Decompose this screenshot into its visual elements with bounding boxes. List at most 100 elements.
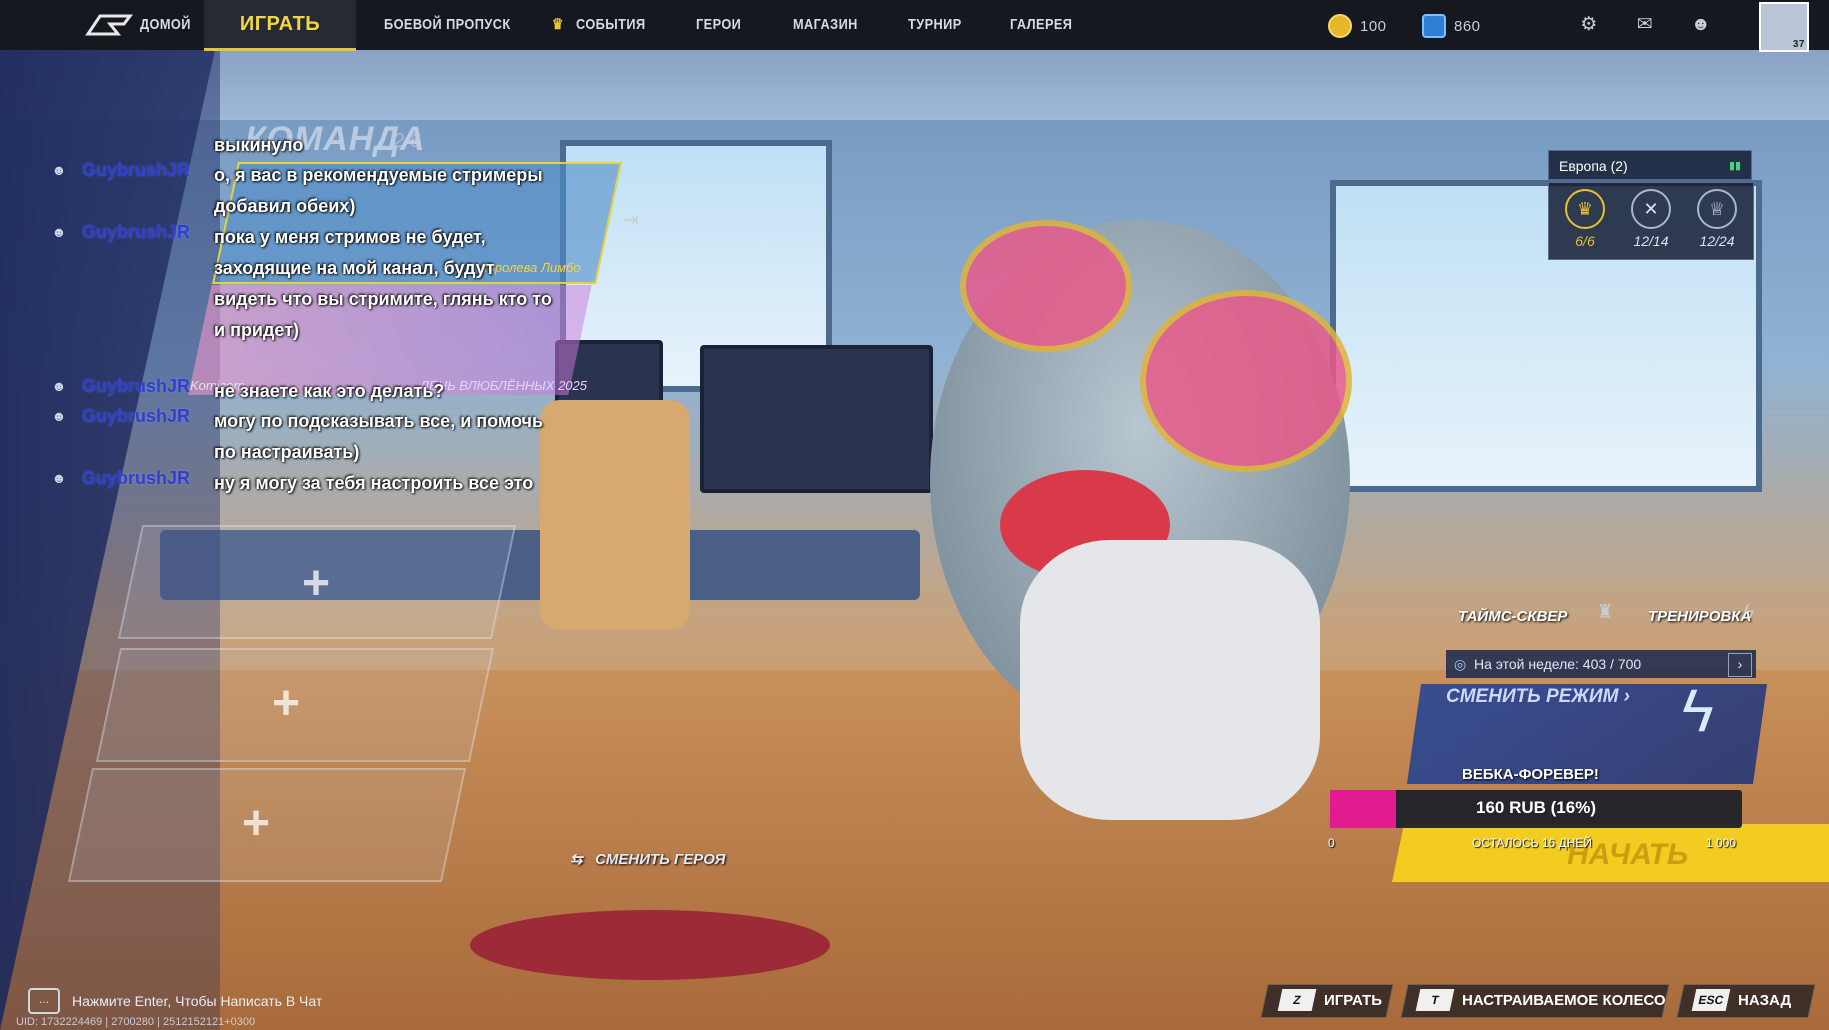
- chat-username[interactable]: GuybrushJR: [82, 160, 212, 220]
- uid-text: UID: 1732224469 | 2700280 | 2512152121+0…: [16, 1016, 256, 1028]
- chevron-right-icon[interactable]: ›: [1728, 653, 1752, 677]
- chat-user-icon: ☻: [51, 408, 67, 424]
- chat-message: ☻ GuybrushJR не знаете как это делать?: [48, 376, 568, 406]
- units-amount: 860: [1454, 17, 1481, 35]
- stat-c-value: 12/24: [1699, 233, 1735, 249]
- region-label: Европа (2): [1559, 158, 1628, 174]
- chat-text: ну я могу за тебя настроить все это: [214, 473, 534, 493]
- chat-message: ☻ GuybrushJR ну я могу за тебя настроить…: [48, 468, 568, 530]
- chat-text: не знаете как это делать?: [214, 381, 445, 401]
- nav-gallery[interactable]: ГАЛЕРЕЯ: [1010, 0, 1072, 50]
- start-button[interactable]: НАЧАТЬ: [1392, 824, 1829, 882]
- change-mode-button[interactable]: СМЕНИТЬ РЕЖИМ ›: [1446, 686, 1630, 708]
- lightning-icon: ϟ: [1682, 677, 1714, 744]
- nav-play[interactable]: ИГРАТЬ: [204, 0, 356, 51]
- chat-username[interactable]: GuybrushJR: [82, 376, 212, 406]
- swap-icon: ⇆: [570, 851, 583, 868]
- chat-overlay: выкинуло ☻ GuybrushJR о, я вас в рекомен…: [48, 130, 568, 530]
- heart-glasses-right: [1140, 290, 1352, 472]
- gear-icon[interactable]: ⚙: [1578, 14, 1600, 36]
- add-slot-icon: +: [302, 557, 331, 610]
- donation-min: 0: [1328, 836, 1335, 850]
- chat-message: ☻ GuybrushJR пока у меня стримов не буде…: [48, 222, 568, 376]
- stat-b: ✕ 12/14: [1621, 189, 1681, 249]
- play-hotkey-label: ИГРАТЬ: [1324, 991, 1383, 1009]
- chat-user-icon: ☻: [51, 378, 67, 394]
- mode-tabs: ТАЙМС-СКВЕР ♜ ТРЕНИРОВКА ϟ: [1446, 600, 1766, 636]
- chat-user-icon: ☻: [51, 162, 67, 178]
- key-esc: ESC: [1691, 989, 1731, 1011]
- weekly-progress[interactable]: ◎ На этой неделе: 403 / 700 ›: [1446, 650, 1756, 678]
- chat-input-hint[interactable]: … Нажмите Enter, Чтобы Написать В Чат: [28, 988, 322, 1014]
- chat-message: ☻ GuybrushJR о, я вас в рекомендуемые ст…: [48, 160, 568, 220]
- mode-map-tab[interactable]: ТАЙМС-СКВЕР: [1458, 608, 1567, 625]
- back-hotkey-label: НАЗАД: [1738, 991, 1792, 1009]
- mode-training-tab[interactable]: ТРЕНИРОВКА: [1648, 608, 1751, 625]
- donation-goal-bar: 160 RUB (16%): [1330, 790, 1742, 828]
- ceiling: [0, 50, 1829, 120]
- chat-username[interactable]: GuybrushJR: [82, 222, 212, 376]
- mail-icon[interactable]: ✉: [1634, 14, 1656, 36]
- leave-icon[interactable]: ⇥: [620, 210, 642, 232]
- chat-text: могу по подсказывать все, и помочь по на…: [214, 411, 544, 462]
- crossed-swords-icon: ✕: [1631, 189, 1671, 229]
- nav-shop[interactable]: МАГАЗИН: [793, 0, 858, 50]
- switch-hero-button[interactable]: ⇆ СМЕНИТЬ ГЕРОЯ: [570, 850, 725, 868]
- rank-icon: ♛: [1565, 189, 1605, 229]
- game-logo-icon: [85, 14, 133, 36]
- nav-battle-pass[interactable]: БОЕВОЙ ПРОПУСК: [384, 0, 511, 50]
- switch-hero-label: СМЕНИТЬ ГЕРОЯ: [595, 851, 726, 868]
- building-icon: ♜: [1596, 602, 1614, 623]
- monitor: [700, 345, 933, 493]
- nav-heroes[interactable]: ГЕРОИ: [696, 0, 741, 50]
- promo-title: ВЕБКА-ФОРЕВЕР!: [1462, 766, 1599, 783]
- key-z: Z: [1277, 989, 1317, 1011]
- weekly-progress-text: На этой неделе: 403 / 700: [1474, 656, 1642, 672]
- wheel-hotkey-button[interactable]: T НАСТРАИВАЕМОЕ КОЛЕСО: [1415, 984, 1666, 1016]
- units-currency[interactable]: 860: [1422, 14, 1481, 38]
- signal-icon: ▮▮: [1729, 160, 1742, 172]
- gold-coin-icon: [1328, 14, 1352, 38]
- donation-amount: 160 RUB (16%): [1476, 798, 1596, 817]
- key-t: T: [1415, 989, 1455, 1011]
- shark-suit: [1020, 540, 1320, 820]
- nav-tournament[interactable]: ТУРНИР: [908, 0, 962, 50]
- trophy-icon: ♕: [1697, 189, 1737, 229]
- play-hotkey-button[interactable]: Z ИГРАТЬ: [1277, 984, 1383, 1016]
- stat-a-value: 6/6: [1575, 233, 1595, 249]
- stat-c: ♕ 12/24: [1687, 189, 1747, 249]
- change-mode-label: СМЕНИТЬ РЕЖИМ: [1446, 686, 1619, 707]
- chat-message: выкинуло: [48, 130, 568, 158]
- add-slot-icon: +: [242, 797, 271, 850]
- wheel-hotkey-label: НАСТРАИВАЕМОЕ КОЛЕСО: [1462, 991, 1666, 1009]
- back-hotkey-button[interactable]: ESC НАЗАД: [1691, 984, 1792, 1016]
- chat-user-icon: ☻: [51, 470, 67, 486]
- gold-amount: 100: [1360, 17, 1387, 35]
- avatar[interactable]: 37: [1759, 2, 1809, 52]
- heart-glasses-left: [960, 220, 1132, 352]
- top-nav-bar: ДОМОЙ ИГРАТЬ БОЕВОЙ ПРОПУСК ♛ СОБЫТИЯ ГЕ…: [0, 0, 1829, 52]
- stat-b-value: 12/14: [1633, 233, 1669, 249]
- events-icon: ♛: [552, 16, 564, 33]
- friends-icon[interactable]: ☻: [1690, 14, 1712, 36]
- units-icon: [1422, 14, 1446, 38]
- nav-events[interactable]: СОБЫТИЯ: [576, 0, 646, 50]
- chat-hint-text: Нажмите Enter, Чтобы Написать В Чат: [72, 993, 323, 1009]
- add-slot-icon: +: [272, 677, 301, 730]
- chat-user-icon: ☻: [51, 224, 67, 240]
- chat-text: о, я вас в рекомендуемые стримеры добави…: [214, 165, 543, 216]
- ranked-stats: ♛ 6/6 ✕ 12/14 ♕ 12/24: [1548, 182, 1754, 260]
- stat-a: ♛ 6/6: [1555, 189, 1615, 249]
- region-selector[interactable]: Европа (2) ▮▮: [1548, 150, 1752, 180]
- chat-text: пока у меня стримов не будет, заходящие …: [214, 227, 552, 340]
- coffee-spill: [470, 910, 830, 980]
- nav-play-label: ИГРАТЬ: [239, 13, 321, 35]
- chat-username[interactable]: GuybrushJR: [82, 406, 212, 468]
- reward-icon: ◎: [1454, 656, 1467, 672]
- lightning-icon: ϟ: [1743, 602, 1755, 623]
- chat-bubble-icon: …: [28, 988, 60, 1014]
- nav-home[interactable]: ДОМОЙ: [140, 0, 191, 50]
- gold-currency[interactable]: 100: [1328, 14, 1387, 38]
- chat-username[interactable]: GuybrushJR: [82, 468, 212, 530]
- chat-text: выкинуло: [214, 135, 304, 155]
